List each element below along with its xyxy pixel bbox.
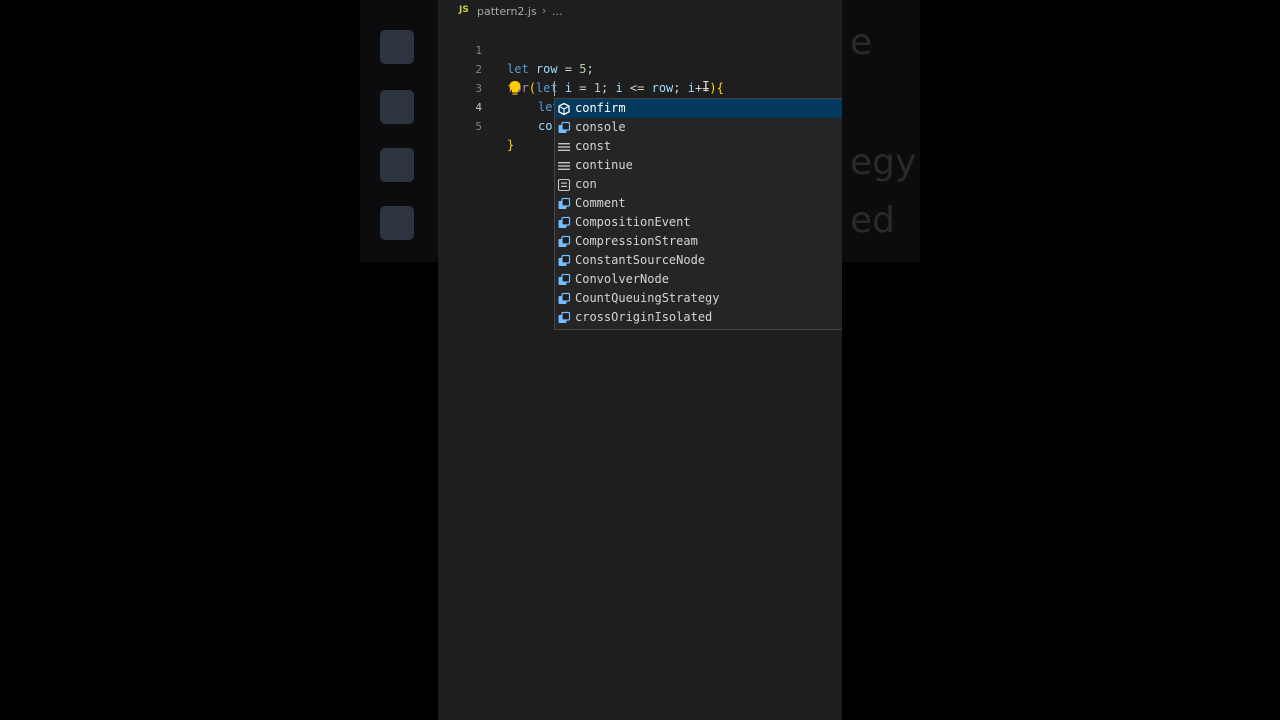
code-text: co <box>538 119 553 133</box>
snippet-icon <box>557 178 571 192</box>
code-line[interactable]: 1 let row = 5; <box>438 22 842 76</box>
suggestion-item[interactable]: CountQueuingStrategy <box>555 289 842 308</box>
suggestion-label: CompressionStream <box>575 234 698 248</box>
suggestion-item[interactable]: ConvolverNode <box>555 270 842 289</box>
chevron-right-icon: › <box>542 4 547 17</box>
suggestion-item[interactable]: ConstantSourceNode <box>555 251 842 270</box>
suggestion-label: CompositionEvent <box>575 215 691 229</box>
breadcrumb-ellipsis[interactable]: ... <box>552 5 563 18</box>
suggestion-item[interactable]: confirm <box>555 99 842 118</box>
suggestion-label: continue <box>575 158 633 172</box>
variable-icon <box>558 235 571 247</box>
variable-icon <box>558 254 571 266</box>
code-text: } <box>507 138 515 152</box>
keyword-icon <box>558 162 570 170</box>
suggestion-item[interactable]: con <box>555 175 842 194</box>
ghost-icon <box>380 90 414 124</box>
suggestion-label: console <box>575 120 626 134</box>
suggestion-label: Comment <box>575 196 626 210</box>
ghost-icon <box>380 148 414 182</box>
ghost-text: ed <box>850 200 895 241</box>
suggestion-item[interactable]: CompositionEvent <box>555 213 842 232</box>
suggestion-label: confirm <box>575 101 626 115</box>
variable-icon <box>558 216 571 228</box>
text-cursor <box>554 81 555 96</box>
autocomplete-suggestions[interactable]: confirm console const continue con Comme… <box>554 98 842 330</box>
suggestion-label: crossOriginIsolated <box>575 310 713 324</box>
ghost-icon <box>380 206 414 240</box>
breadcrumb-filename[interactable]: pattern2.js <box>477 5 537 18</box>
suggestion-item[interactable]: continue <box>555 156 842 175</box>
code-line[interactable]: 2 for(let i = 1; i <= row; i++){ <box>438 41 842 95</box>
method-icon <box>558 102 570 116</box>
suggestion-label: ConvolverNode <box>575 272 669 286</box>
suggestion-label: ConstantSourceNode <box>575 253 706 267</box>
code-editor[interactable]: JS pattern2.js › ... 1 let row = 5; 2 fo… <box>438 0 842 720</box>
suggestion-item[interactable]: CompressionStream <box>555 232 842 251</box>
keyword-icon <box>558 143 570 151</box>
ghost-text: egy <box>850 142 917 183</box>
suggestion-label: CountQueuingStrategy <box>575 291 720 305</box>
suggestion-item[interactable]: Comment <box>555 194 842 213</box>
ibeam-cursor-icon: I <box>702 80 710 95</box>
ghost-text: e <box>850 22 873 63</box>
suggestion-item[interactable]: console <box>555 118 842 137</box>
lightbulb-icon[interactable] <box>508 80 522 96</box>
suggestion-item[interactable]: const <box>555 137 842 156</box>
javascript-file-icon: JS <box>459 5 469 15</box>
variable-icon <box>558 311 571 323</box>
breadcrumb: JS pattern2.js › ... <box>438 0 842 22</box>
suggestion-label: con <box>575 177 597 191</box>
ghost-icon <box>380 30 414 64</box>
variable-icon <box>558 121 571 133</box>
code-line[interactable]: 3 let pattern = ' '.repeat(row-1) + '* '… <box>438 60 842 114</box>
variable-icon <box>558 273 571 285</box>
code-line-active[interactable]: 4 co <box>438 79 842 133</box>
line-number: 5 <box>475 120 482 133</box>
variable-icon <box>558 197 571 209</box>
variable-icon <box>558 292 571 304</box>
suggestion-label: const <box>575 139 612 153</box>
suggestion-item[interactable]: crossOriginIsolated <box>555 308 842 327</box>
